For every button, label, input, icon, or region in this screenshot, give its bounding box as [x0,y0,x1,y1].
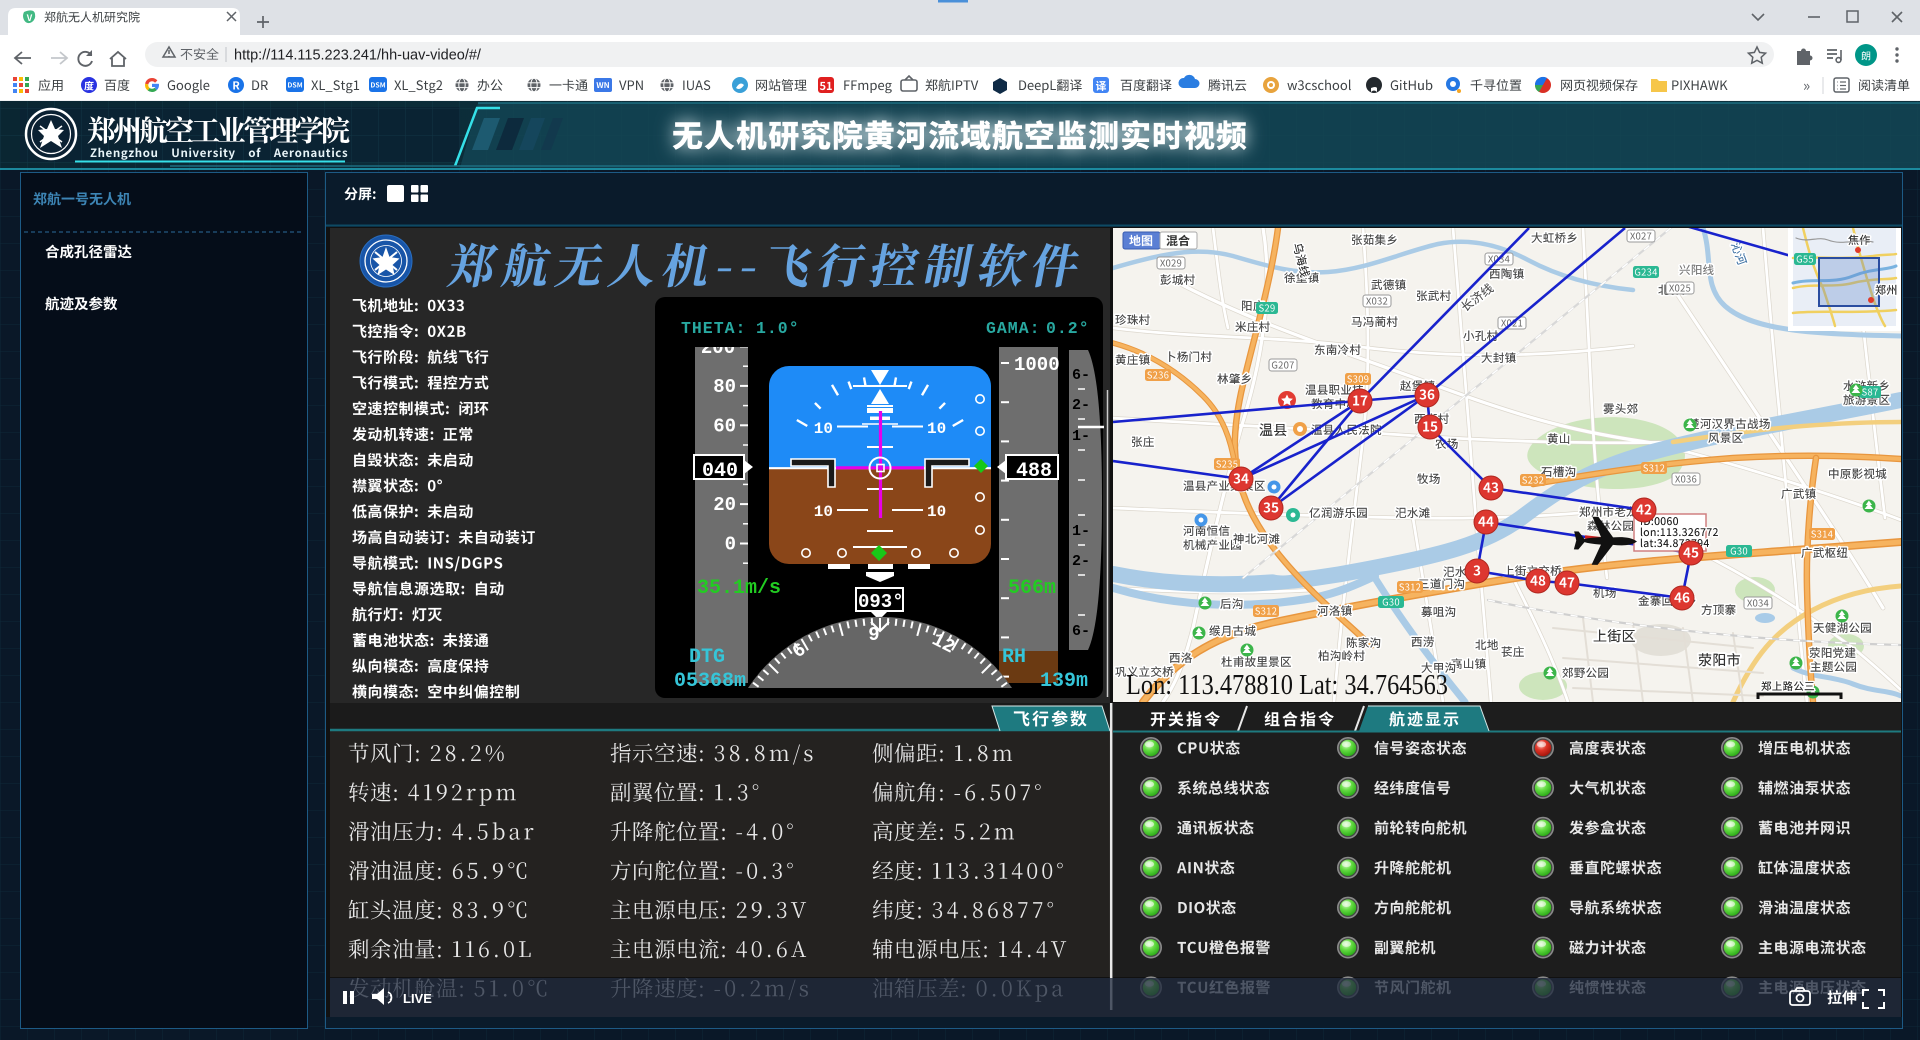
svg-text:2-: 2- [1072,397,1090,414]
svg-text:1-: 1- [1072,523,1090,540]
svg-text:139m: 139m [1040,670,1088,693]
svg-text:10: 10 [927,503,946,521]
svg-text:9: 9 [868,624,879,646]
svg-text:Lon: 113.478810 Lat: 34.764563: Lon: 113.478810 Lat: 34.764563 [1126,669,1448,701]
svg-text:35.1m/s: 35.1m/s [697,577,781,600]
svg-text:1000: 1000 [1014,354,1060,376]
svg-text:093°: 093° [858,591,904,613]
svg-text:2-: 2- [1072,553,1090,570]
svg-text:1-: 1- [1072,428,1090,445]
svg-text:LIVE: LIVE [403,991,432,1006]
svg-text:http://114.115.223.241/hh-uav-: http://114.115.223.241/hh-uav-video/#/ [234,48,482,64]
svg-text:6-: 6- [1072,623,1090,640]
svg-text:10: 10 [814,503,833,521]
svg-text:RH: RH [1002,646,1026,669]
svg-text:10: 10 [927,420,946,438]
svg-text:GAMA:: GAMA: [986,319,1041,338]
svg-text:566m: 566m [1008,577,1056,600]
svg-text:488: 488 [1016,460,1052,483]
svg-text:040: 040 [702,460,738,483]
svg-text:1.0°: 1.0° [756,319,800,338]
svg-text:60: 60 [713,415,736,437]
svg-text:DTG: DTG [689,646,725,669]
svg-text:05368m: 05368m [674,670,746,693]
svg-text:0: 0 [725,534,736,556]
svg-text:THETA:: THETA: [681,319,746,338]
svg-text:80: 80 [713,376,736,398]
svg-text:6-: 6- [1072,367,1090,384]
svg-text:10: 10 [814,420,833,438]
svg-text:20: 20 [713,494,736,516]
svg-text:0.2°: 0.2° [1046,319,1090,338]
